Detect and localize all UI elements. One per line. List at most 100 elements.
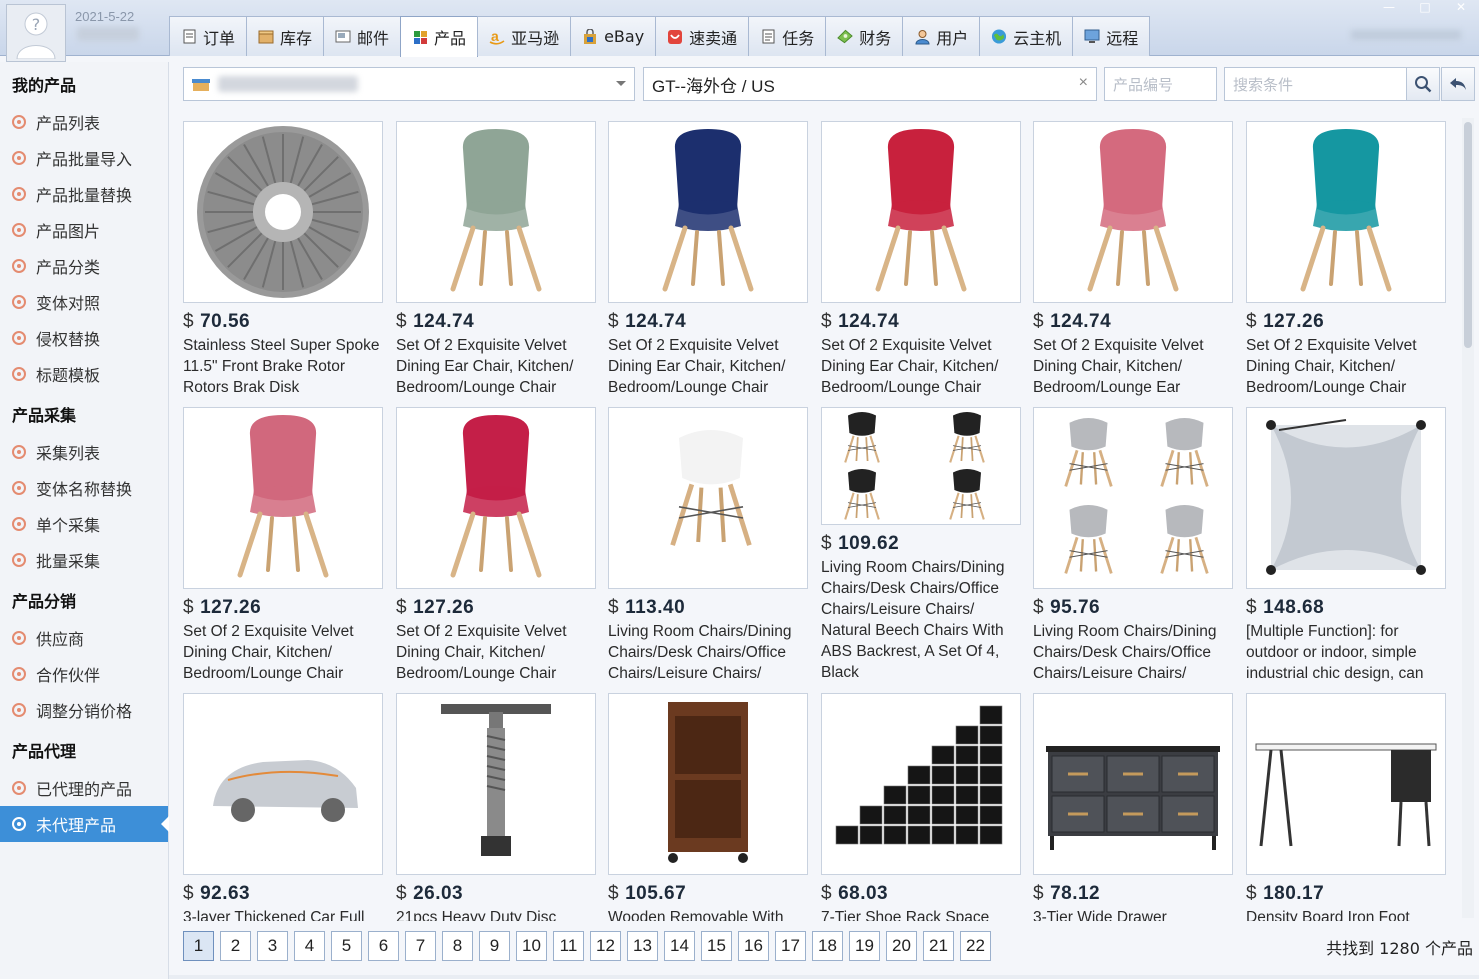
store-select[interactable] [183, 67, 635, 101]
sidebar-item[interactable]: 单个采集 [0, 506, 168, 542]
page-button[interactable]: 21 [923, 931, 954, 961]
product-image[interactable] [1033, 693, 1233, 875]
page-button[interactable]: 18 [812, 931, 843, 961]
page-button[interactable]: 14 [664, 931, 695, 961]
sidebar-item[interactable]: 标题模板 [0, 356, 168, 392]
product-title[interactable]: 7-Tier Shoe Rack Space [821, 907, 1021, 921]
page-button[interactable]: 12 [590, 931, 621, 961]
tab-aliexpress[interactable]: 速卖通 [655, 16, 750, 56]
product-card[interactable]: $70.56 Stainless Steel Super Spoke 11.5" … [183, 121, 383, 399]
product-card[interactable]: $124.74 Set Of 2 Exquisite Velvet Dining … [608, 121, 808, 399]
product-image[interactable] [1246, 693, 1446, 875]
product-image[interactable] [821, 407, 1021, 525]
product-title[interactable]: Set Of 2 Exquisite Velvet Dining Chair, … [1033, 335, 1233, 398]
product-title[interactable]: Density Board Iron Foot [1246, 907, 1446, 921]
product-image[interactable] [821, 121, 1021, 303]
page-button[interactable]: 8 [442, 931, 473, 961]
product-image[interactable] [608, 693, 808, 875]
product-card[interactable]: $124.74 Set Of 2 Exquisite Velvet Dining … [1033, 121, 1233, 399]
tab-amazon[interactable]: a 亚马逊 [477, 16, 572, 56]
page-button[interactable]: 4 [294, 931, 325, 961]
product-title[interactable]: Stainless Steel Super Spoke 11.5" Front … [183, 335, 383, 398]
minimize-icon[interactable]: — [1371, 0, 1407, 14]
tab-finance[interactable]: 财务 [825, 16, 904, 56]
product-title[interactable]: 3-Tier Wide Drawer [1033, 907, 1233, 921]
product-image[interactable] [396, 693, 596, 875]
product-title[interactable]: Set Of 2 Exquisite Velvet Dining Ear Cha… [396, 335, 596, 398]
tab-order[interactable]: 订单 [169, 16, 248, 56]
sidebar-item[interactable]: 批量采集 [0, 542, 168, 578]
page-button[interactable]: 5 [331, 931, 362, 961]
page-button[interactable]: 13 [627, 931, 658, 961]
sidebar-item[interactable]: 采集列表 [0, 434, 168, 470]
page-button[interactable]: 15 [701, 931, 732, 961]
clear-icon[interactable]: × [1079, 74, 1088, 92]
product-card[interactable]: $124.74 Set Of 2 Exquisite Velvet Dining … [396, 121, 596, 399]
product-image[interactable] [396, 407, 596, 589]
page-button[interactable]: 19 [849, 931, 880, 961]
page-button[interactable]: 1 [183, 931, 214, 961]
maximize-icon[interactable]: □ [1407, 0, 1443, 14]
product-title[interactable]: Set Of 2 Exquisite Velvet Dining Chair, … [396, 621, 596, 684]
product-title[interactable]: Set Of 2 Exquisite Velvet Dining Ear Cha… [608, 335, 808, 398]
product-image[interactable] [1246, 121, 1446, 303]
page-button[interactable]: 10 [516, 931, 547, 961]
chevron-down-icon[interactable] [616, 81, 626, 91]
tab-cloud-host[interactable]: 云主机 [979, 16, 1074, 56]
page-button[interactable]: 2 [220, 931, 251, 961]
product-title[interactable]: 3-layer Thickened Car Full [183, 907, 383, 921]
tab-mail[interactable]: 邮件 [323, 16, 402, 56]
product-card[interactable]: $26.03 21pcs Heavy Duty Disc [396, 693, 596, 921]
product-title[interactable]: Set Of 2 Exquisite Velvet Dining Ear Cha… [821, 335, 1021, 398]
product-code-input[interactable]: 产品编号 [1104, 67, 1217, 101]
sidebar-item[interactable]: 产品分类 [0, 248, 168, 284]
sidebar-item[interactable]: 侵权替换 [0, 320, 168, 356]
product-image[interactable] [821, 693, 1021, 875]
tab-inventory[interactable]: 库存 [246, 16, 325, 56]
product-title[interactable]: [Multiple Function]: for outdoor or indo… [1246, 621, 1446, 684]
product-image[interactable] [608, 121, 808, 303]
close-icon[interactable]: ✕ [1443, 0, 1479, 14]
product-card[interactable]: $180.17 Density Board Iron Foot [1246, 693, 1446, 921]
product-card[interactable]: $105.67 Wooden Removable With [608, 693, 808, 921]
page-button[interactable]: 16 [738, 931, 769, 961]
scrollbar-thumb[interactable] [1464, 122, 1472, 348]
sidebar-item[interactable]: 已代理的产品 [0, 770, 168, 806]
product-title[interactable]: Living Room Chairs/Dining Chairs/Desk Ch… [608, 621, 808, 684]
page-button[interactable]: 6 [368, 931, 399, 961]
sidebar-item[interactable]: 变体对照 [0, 284, 168, 320]
product-title[interactable]: Wooden Removable With [608, 907, 808, 921]
product-image[interactable] [608, 407, 808, 589]
sidebar-item[interactable]: 调整分销价格 [0, 692, 168, 728]
product-card[interactable]: $127.26 Set Of 2 Exquisite Velvet Dining … [396, 407, 596, 685]
tab-product[interactable]: 产品 [400, 16, 479, 57]
back-button[interactable] [1441, 67, 1475, 101]
product-title[interactable]: 21pcs Heavy Duty Disc [396, 907, 596, 921]
product-image[interactable] [183, 407, 383, 589]
tab-user[interactable]: 用户 [902, 16, 981, 56]
product-title[interactable]: Living Room Chairs/Dining Chairs/Desk Ch… [1033, 621, 1233, 684]
sidebar-item[interactable]: 合作伙伴 [0, 656, 168, 692]
product-image[interactable] [1033, 121, 1233, 303]
page-button[interactable]: 11 [553, 931, 584, 961]
page-button[interactable]: 7 [405, 931, 436, 961]
tab-task[interactable]: 任务 [748, 16, 827, 56]
product-card[interactable]: $92.63 3-layer Thickened Car Full [183, 693, 383, 921]
product-image[interactable] [396, 121, 596, 303]
product-card[interactable]: $113.40 Living Room Chairs/Dining Chairs/… [608, 407, 808, 685]
sidebar-item[interactable]: 产品图片 [0, 212, 168, 248]
sidebar-item[interactable]: 产品列表 [0, 104, 168, 140]
tab-remote[interactable]: 远程 [1072, 16, 1151, 56]
product-card[interactable]: $109.62 Living Room Chairs/Dining Chairs/… [821, 407, 1021, 685]
product-card[interactable]: $68.03 7-Tier Shoe Rack Space [821, 693, 1021, 921]
product-image[interactable] [1033, 407, 1233, 589]
warehouse-field[interactable]: GT--海外仓 / US × [643, 67, 1097, 101]
product-card[interactable]: $127.26 Set Of 2 Exquisite Velvet Dining … [1246, 121, 1446, 399]
product-image[interactable] [183, 693, 383, 875]
sidebar-item[interactable]: 产品批量导入 [0, 140, 168, 176]
sidebar-item[interactable]: 变体名称替换 [0, 470, 168, 506]
avatar[interactable]: ? [6, 4, 66, 62]
product-image[interactable] [1246, 407, 1446, 589]
page-button[interactable]: 3 [257, 931, 288, 961]
sidebar-item[interactable]: 产品批量替换 [0, 176, 168, 212]
